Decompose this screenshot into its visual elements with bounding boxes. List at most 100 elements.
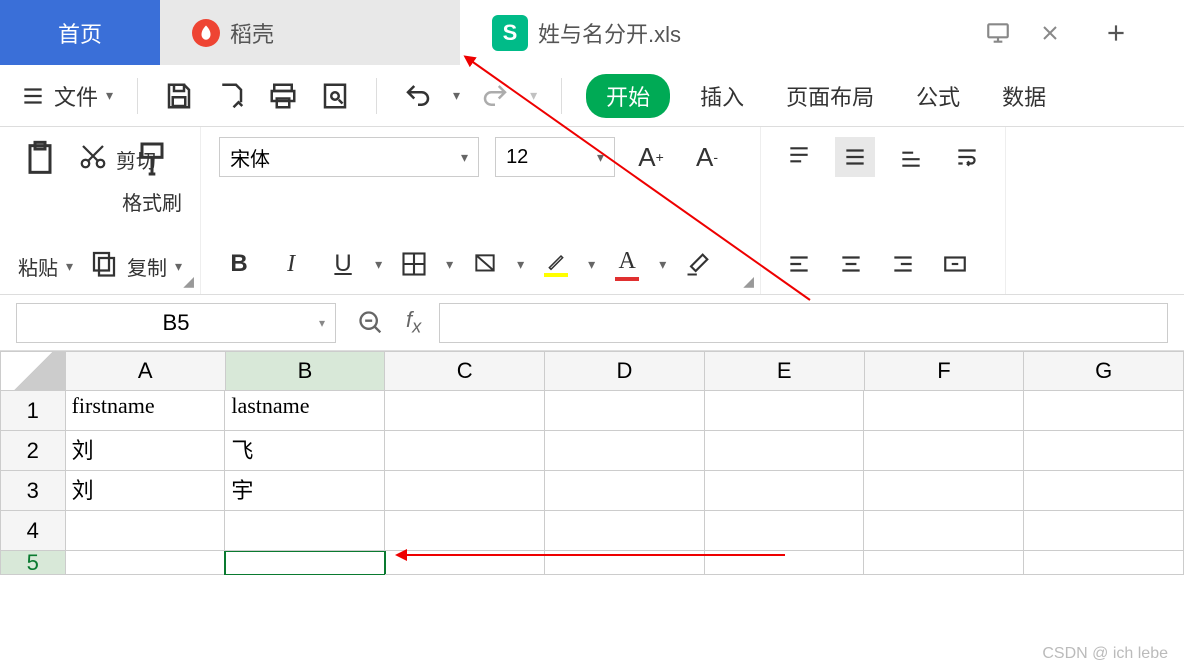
name-box[interactable]: B5 ▾ [16, 303, 336, 343]
format-painter-button[interactable]: 格式刷 [122, 137, 182, 216]
fx-icon[interactable]: fx [406, 307, 421, 337]
align-bottom-icon[interactable] [891, 137, 931, 177]
cell-C1[interactable] [385, 391, 545, 431]
save-as-icon[interactable] [214, 79, 248, 113]
tab-home[interactable]: 首页 [0, 0, 160, 65]
cell-F3[interactable] [864, 471, 1024, 511]
cell-D5[interactable] [545, 551, 705, 575]
cell-E1[interactable] [705, 391, 865, 431]
ribbon-tab-formula[interactable]: 公式 [904, 80, 972, 112]
cell-G1[interactable] [1024, 391, 1184, 431]
cell-G3[interactable] [1024, 471, 1184, 511]
cell-G5[interactable] [1024, 551, 1184, 575]
chevron-down-icon[interactable]: ▾ [319, 316, 325, 330]
col-header-F[interactable]: F [865, 351, 1025, 391]
ribbon-tab-data[interactable]: 数据 [990, 80, 1058, 112]
redo-dropdown[interactable]: ▾ [530, 87, 537, 104]
cell-A3[interactable]: 刘 [66, 471, 226, 511]
undo-icon[interactable] [401, 79, 435, 113]
col-header-G[interactable]: G [1024, 351, 1184, 391]
align-right-icon[interactable] [883, 244, 923, 284]
undo-dropdown[interactable]: ▾ [453, 87, 460, 104]
paste-label-button[interactable]: 粘贴▾ [18, 252, 73, 281]
cell-F1[interactable] [864, 391, 1024, 431]
row-header-3[interactable]: 3 [0, 471, 66, 511]
cell-A4[interactable] [66, 511, 226, 551]
align-center-icon[interactable] [831, 244, 871, 284]
chevron-down-icon[interactable]: ▾ [375, 256, 382, 273]
col-header-A[interactable]: A [66, 351, 226, 391]
fill-color-button[interactable] [465, 244, 505, 284]
row-header-5[interactable]: 5 [0, 551, 66, 575]
print-icon[interactable] [266, 79, 300, 113]
cell-D4[interactable] [545, 511, 705, 551]
monitor-icon[interactable] [984, 19, 1012, 47]
cell-A2[interactable]: 刘 [66, 431, 226, 471]
cell-E3[interactable] [705, 471, 865, 511]
select-all-corner[interactable] [0, 351, 66, 391]
redo-icon[interactable] [478, 79, 512, 113]
tab-daoke[interactable]: 稻壳 [160, 0, 460, 65]
font-color-button[interactable]: A [607, 244, 647, 284]
cell-B1[interactable]: lastname [225, 391, 385, 431]
file-menu[interactable]: 文件 ▾ [20, 80, 113, 112]
row-header-2[interactable]: 2 [0, 431, 66, 471]
save-icon[interactable] [162, 79, 196, 113]
print-preview-icon[interactable] [318, 79, 352, 113]
cell-B3[interactable]: 宇 [225, 471, 385, 511]
decrease-font-icon[interactable]: A- [687, 137, 727, 177]
cell-E4[interactable] [705, 511, 865, 551]
cell-D2[interactable] [545, 431, 705, 471]
group-launcher-icon[interactable]: ◢ [743, 273, 754, 290]
group-launcher-icon[interactable]: ◢ [183, 273, 194, 290]
borders-button[interactable] [394, 244, 434, 284]
chevron-down-icon[interactable]: ▾ [659, 256, 666, 273]
ribbon-tab-insert[interactable]: 插入 [688, 80, 756, 112]
cell-D3[interactable] [545, 471, 705, 511]
chevron-down-icon[interactable]: ▾ [446, 256, 453, 273]
highlight-button[interactable] [536, 244, 576, 284]
wrap-text-icon[interactable] [947, 137, 987, 177]
tab-current-file[interactable]: S 姓与名分开.xls [460, 0, 1184, 65]
close-tab-icon[interactable] [1036, 19, 1064, 47]
cell-C2[interactable] [385, 431, 545, 471]
cell-C4[interactable] [385, 511, 545, 551]
cell-B4[interactable] [225, 511, 385, 551]
bold-button[interactable]: B [219, 244, 259, 284]
cell-B5[interactable] [225, 551, 385, 575]
align-left-icon[interactable] [779, 244, 819, 284]
cell-A1[interactable]: firstname [66, 391, 226, 431]
align-top-icon[interactable] [779, 137, 819, 177]
cell-F2[interactable] [864, 431, 1024, 471]
col-header-E[interactable]: E [705, 351, 865, 391]
cell-E2[interactable] [705, 431, 865, 471]
zoom-out-icon[interactable] [354, 306, 388, 340]
increase-font-icon[interactable]: A+ [631, 137, 671, 177]
row-header-1[interactable]: 1 [0, 391, 66, 431]
col-header-C[interactable]: C [385, 351, 545, 391]
chevron-down-icon[interactable]: ▾ [588, 256, 595, 273]
col-header-D[interactable]: D [545, 351, 705, 391]
paste-button[interactable] [18, 137, 62, 181]
cell-G2[interactable] [1024, 431, 1184, 471]
underline-button[interactable]: U [323, 244, 363, 284]
ribbon-tab-start[interactable]: 开始 [586, 74, 670, 118]
ribbon-tab-layout[interactable]: 页面布局 [774, 80, 886, 112]
cell-F5[interactable] [864, 551, 1024, 575]
formula-input[interactable] [439, 303, 1168, 343]
chevron-down-icon[interactable]: ▾ [517, 256, 524, 273]
cell-B2[interactable]: 飞 [225, 431, 385, 471]
cell-D1[interactable] [545, 391, 705, 431]
cell-E5[interactable] [705, 551, 865, 575]
cell-C5[interactable] [385, 551, 545, 575]
cell-G4[interactable] [1024, 511, 1184, 551]
row-header-4[interactable]: 4 [0, 511, 66, 551]
cell-F4[interactable] [864, 511, 1024, 551]
font-name-select[interactable]: 宋体 ▾ [219, 137, 479, 177]
merge-cells-icon[interactable] [935, 244, 975, 284]
new-tab-icon[interactable] [1102, 19, 1130, 47]
font-size-select[interactable]: 12 ▾ [495, 137, 615, 177]
align-middle-icon[interactable] [835, 137, 875, 177]
italic-button[interactable]: I [271, 244, 311, 284]
copy-button[interactable]: 复制▾ [89, 248, 182, 284]
